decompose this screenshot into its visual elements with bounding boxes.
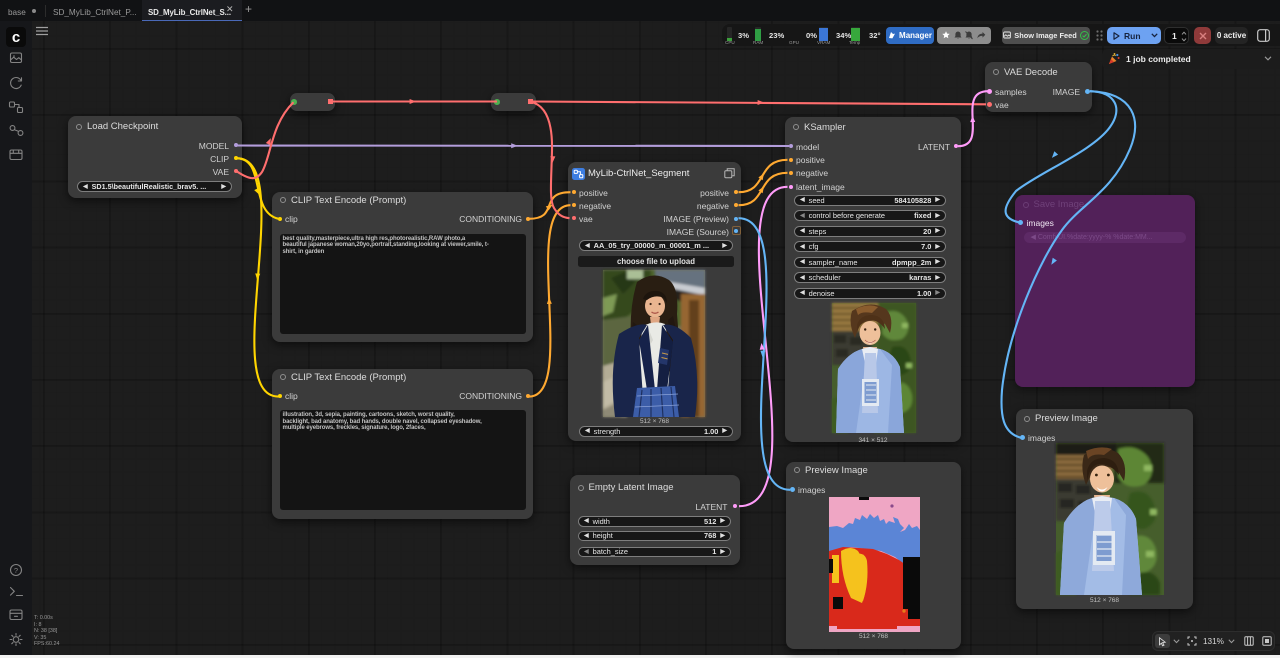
- svg-text:c: c: [12, 29, 20, 46]
- svg-text:?: ?: [14, 566, 18, 575]
